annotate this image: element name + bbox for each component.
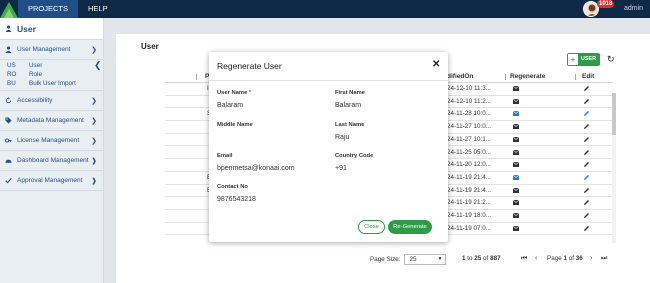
email-label: Email xyxy=(217,153,233,159)
country-code-label: Country Code xyxy=(335,153,374,159)
nav-help[interactable]: HELP xyxy=(78,0,118,18)
nav-projects[interactable]: PROJECTS xyxy=(18,0,79,18)
user-name-label-text: User Name xyxy=(217,90,248,96)
dialog-divider xyxy=(209,80,448,81)
dialog-title: Regenerate User xyxy=(217,61,282,71)
user-name-label: User Name * xyxy=(217,90,251,96)
country-code-value: +91 xyxy=(335,165,347,172)
last-name-label: Last Name xyxy=(335,122,365,128)
contact-no-value: 9876543218 xyxy=(217,196,256,203)
required-marker: * xyxy=(248,90,252,96)
user-menu[interactable]: admin xyxy=(624,0,643,18)
regenerate-user-dialog: Regenerate User ✕ User Name * Balaram Fi… xyxy=(209,52,448,242)
last-name-value: Raju xyxy=(335,134,350,141)
middle-name-label: Middle Name xyxy=(217,122,253,128)
app-logo[interactable] xyxy=(0,0,18,18)
close-icon[interactable]: ✕ xyxy=(432,60,440,70)
regenerate-button[interactable]: Re-Generate xyxy=(388,220,432,234)
email-value: bpenmetsa@konaai.com xyxy=(217,165,295,172)
first-name-label: First Name xyxy=(335,90,365,96)
close-button[interactable]: Close xyxy=(358,220,385,234)
user-name-value: Balaram xyxy=(217,102,244,109)
first-name-value: Balaram xyxy=(335,102,362,109)
notification-badge[interactable]: 1018 xyxy=(597,0,615,8)
top-nav: PROJECTS HELP xyxy=(18,0,118,18)
contact-no-label: Contact No xyxy=(217,184,248,190)
